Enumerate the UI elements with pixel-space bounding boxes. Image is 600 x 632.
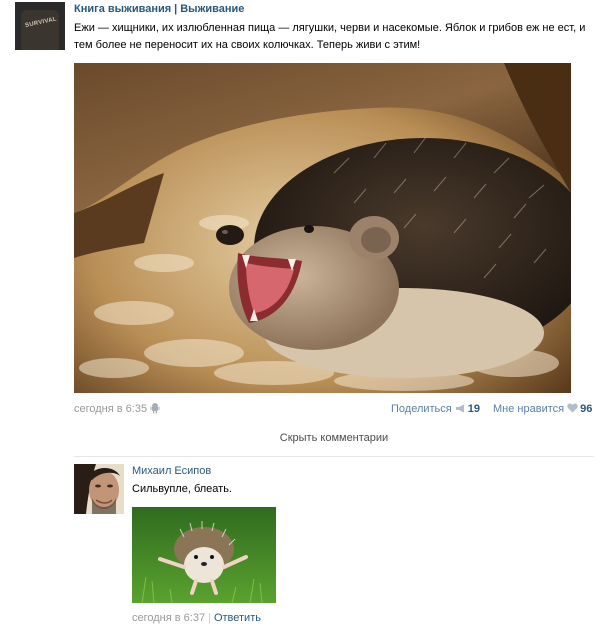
post-text: Ежи — хищники, их излюбленная пища — ляг… [74,22,586,51]
reply-button[interactable]: Ответить [214,612,261,624]
post-header: Книга выживания | Выживание [74,3,244,15]
comment-timestamp[interactable]: сегодня в 6:37 [132,612,205,624]
megaphone-icon [455,404,464,413]
commenter-avatar[interactable] [74,464,124,514]
commenter-name[interactable]: Михаил Есипов [132,465,211,477]
community-link[interactable]: Книга выживания [74,3,171,15]
like-count: 96 [580,403,593,415]
hedgehog-photo [74,63,571,393]
share-label: Поделиться [391,403,452,415]
like-button[interactable]: Мне нравится 96 [493,403,592,415]
comment-text: Сильвупле, блеать. [132,483,232,495]
comments-divider [74,456,594,457]
hide-comments-button[interactable]: Скрыть комментарии [74,432,594,444]
share-button[interactable]: Поделиться 19 [391,403,480,415]
android-icon [150,403,160,414]
hedgehog-grass-photo [132,507,276,603]
like-label: Мне нравится [493,403,565,415]
commenter-avatar-image [74,464,124,514]
comment-photo[interactable] [132,507,276,603]
heart-icon [567,403,578,413]
post-photo[interactable] [74,63,571,393]
post-timestamp[interactable]: сегодня в 6:35 [74,403,147,415]
share-count: 19 [467,403,480,415]
section-link[interactable]: Выживание [180,3,244,15]
title-separator: | [174,3,178,15]
comment-meta-separator: | [208,612,211,624]
comment-meta: сегодня в 6:37 | Ответить [132,612,261,624]
community-avatar[interactable]: SURVIVAL [15,2,65,50]
